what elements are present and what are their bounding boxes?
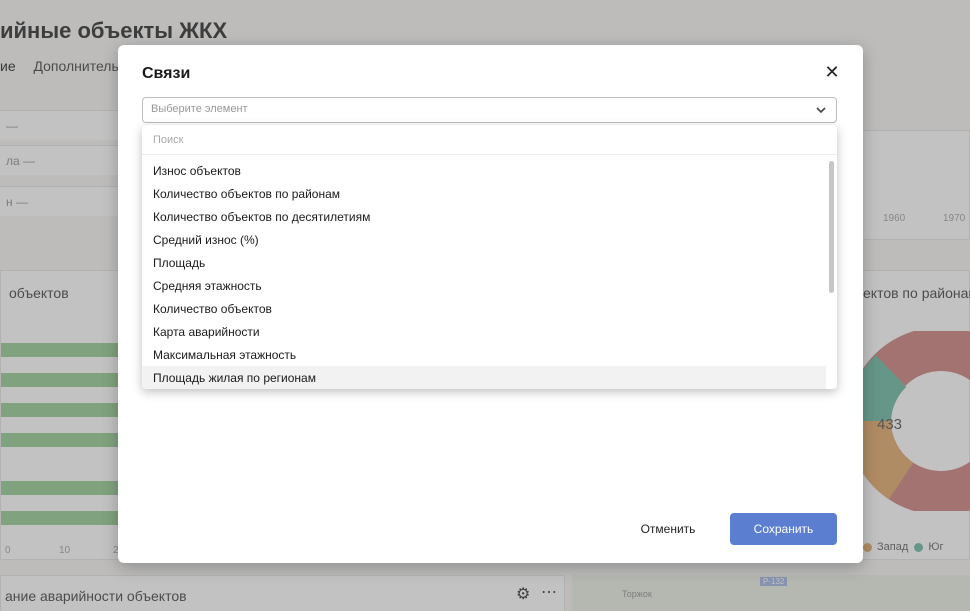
select-placeholder: Выберите элемент [151,103,248,115]
element-select[interactable]: Выберите элемент [142,97,837,123]
dropdown-option-hovered[interactable]: Площадь жилая по регионам [142,366,826,389]
dropdown-option[interactable]: Максимальная этажность [142,343,826,366]
links-dialog: Связи ✕ Выберите элемент Поиск Износ объ… [118,45,863,563]
dropdown-option[interactable]: Количество объектов по районам [142,182,826,205]
close-icon[interactable]: ✕ [824,62,839,82]
dropdown-option[interactable]: Площадь [142,251,826,274]
dropdown-option[interactable]: Количество объектов по десятилетиям [142,205,826,228]
cancel-button[interactable]: Отменить [618,513,718,545]
dropdown-option[interactable]: Количество объектов [142,297,826,320]
dropdown-option[interactable]: Карта аварийности [142,320,826,343]
dropdown-option[interactable]: Средний износ (%) [142,228,826,251]
dropdown-option[interactable]: Средняя этажность [142,274,826,297]
dropdown-scrollbar[interactable] [829,161,834,293]
dialog-title: Связи [142,65,191,82]
save-button[interactable]: Сохранить [730,513,837,545]
dropdown-list: Износ объектов Количество объектов по ра… [142,159,826,389]
dropdown-search-input[interactable]: Поиск [142,125,837,155]
dropdown-option[interactable]: Износ объектов [142,159,826,182]
select-dropdown: Поиск Износ объектов Количество объектов… [142,125,837,389]
chevron-down-icon[interactable] [814,103,828,117]
close-button[interactable]: ✕ [821,61,843,83]
